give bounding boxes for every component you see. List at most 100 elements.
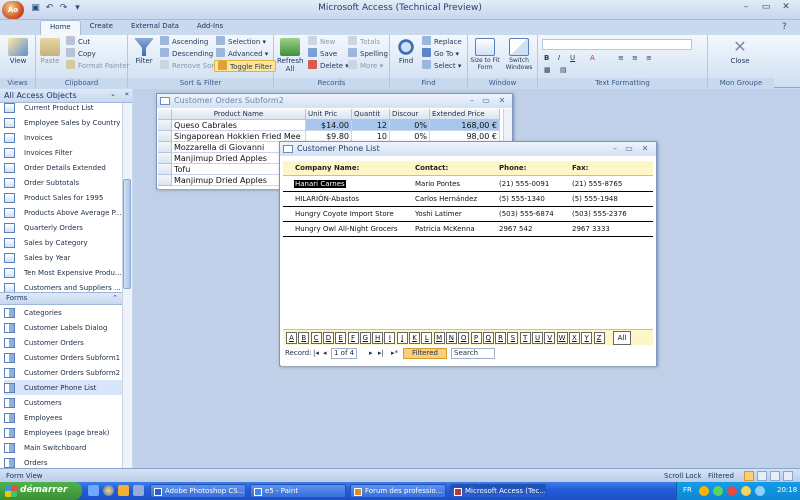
quicklaunch-explorer-icon[interactable] — [133, 485, 144, 496]
phone-list-fax-cell[interactable]: (503) 555-2376 — [572, 210, 627, 218]
remove-sort-button[interactable]: Remove Sort — [160, 60, 217, 72]
table-cell[interactable]: Queso Cabrales — [172, 120, 306, 131]
refresh-all-button[interactable]: Refresh All — [277, 38, 303, 73]
phone-list-contact-cell[interactable]: Yoshi Latimer — [415, 210, 462, 218]
align-right-icon[interactable]: ≡ — [646, 52, 652, 64]
close-icon[interactable]: ✕ — [776, 2, 796, 15]
row-selector[interactable] — [158, 120, 172, 131]
letter-button[interactable]: Q — [482, 332, 494, 344]
new-record-nav-icon[interactable]: ▸* — [391, 349, 398, 357]
nav-form-item[interactable]: Customer Orders — [4, 335, 122, 350]
format-painter-button[interactable]: Format Painter — [66, 60, 129, 72]
letter-button[interactable]: O — [458, 332, 470, 344]
font-name-combo[interactable] — [542, 39, 692, 50]
cut-button[interactable]: Cut — [66, 36, 90, 48]
letter-button[interactable]: F — [347, 332, 359, 344]
nav-query-item[interactable]: Sales by Category — [4, 235, 122, 250]
letter-button[interactable]: G — [359, 332, 371, 344]
quicklaunch-desktop-icon[interactable] — [88, 485, 99, 496]
tab-add-ins[interactable]: Add-Ins — [188, 20, 232, 35]
subform-minimize-icon[interactable]: – — [467, 96, 477, 105]
view-button[interactable]: View — [4, 38, 32, 65]
filtered-indicator[interactable]: Filtered — [403, 348, 447, 359]
taskbar-button[interactable]: Forum des professio... — [350, 484, 446, 498]
nav-query-item[interactable]: Invoices Filter — [4, 145, 122, 160]
subform-close-icon[interactable]: ✕ — [497, 96, 507, 105]
nav-form-item[interactable]: Categories — [4, 305, 122, 320]
nav-collapse-icon[interactable]: « — [125, 90, 129, 98]
phone-list-fax-cell[interactable]: (21) 555-8765 — [572, 180, 622, 188]
letter-button[interactable]: A — [286, 332, 297, 344]
close-button[interactable]: ✕ Close — [726, 38, 754, 66]
copy-button[interactable]: Copy — [66, 48, 96, 60]
find-button[interactable]: Find — [393, 38, 419, 65]
taskbar-button[interactable]: Microsoft Access (Tec... — [450, 484, 546, 498]
nav-query-item[interactable]: Quarterly Orders — [4, 220, 122, 235]
form-view-icon[interactable] — [744, 471, 754, 481]
align-left-icon[interactable]: ≡ — [618, 52, 624, 64]
nav-form-item[interactable]: Customer Orders Subform1 — [4, 350, 122, 365]
align-center-icon[interactable]: ≡ — [632, 52, 638, 64]
nav-query-item[interactable]: Employee Sales by Country — [4, 115, 122, 130]
font-color-button[interactable]: A — [590, 52, 595, 64]
save-record-button[interactable]: Save — [308, 48, 337, 60]
letter-button[interactable]: M — [433, 332, 445, 344]
nav-query-item[interactable]: Products Above Average P... — [4, 205, 122, 220]
letter-button[interactable]: T — [519, 332, 531, 344]
more-button[interactable]: More ▾ — [348, 60, 383, 72]
table-row[interactable]: HILARIÓN-Abastos Carlos Hernández (5) 555-… — [283, 192, 653, 207]
phone-list-company-cell[interactable]: Hungry Owl All-Night Grocers — [295, 225, 398, 233]
letter-button[interactable]: R — [495, 332, 507, 344]
first-record-icon[interactable]: |◂ — [313, 349, 319, 357]
table-row[interactable]: Hungry Coyote Import Store Yoshi Latimer (… — [283, 207, 653, 222]
nav-form-item[interactable]: Customer Orders Subform2 — [4, 365, 122, 380]
nav-form-item[interactable]: Main Switchboard — [4, 440, 122, 455]
letter-button[interactable]: L — [421, 332, 433, 344]
select-button[interactable]: Select ▾ — [422, 60, 461, 72]
nav-query-item[interactable]: Sales by Year — [4, 250, 122, 265]
table-row[interactable]: Hungry Owl All-Night Grocers Patricia McK… — [283, 222, 653, 237]
quicklaunch-ie-icon[interactable] — [103, 485, 114, 496]
letter-button[interactable]: D — [322, 332, 334, 344]
navigation-pane-header[interactable]: All Access Objects ⌄ « — [0, 89, 132, 103]
phone-list-phone-cell[interactable]: (503) 555-6874 — [499, 210, 554, 218]
descending-button[interactable]: Descending — [160, 48, 213, 60]
phone-list-fax-cell[interactable]: (5) 555-1948 — [572, 195, 618, 203]
selection-button[interactable]: Selection ▾ — [216, 36, 266, 48]
maximize-icon[interactable]: ▭ — [756, 2, 776, 15]
search-input[interactable]: Search — [451, 348, 495, 359]
nav-form-item[interactable]: Customer Phone List — [4, 380, 122, 395]
letter-button[interactable]: P — [470, 332, 482, 344]
phone-list-fax-cell[interactable]: 2967 3333 — [572, 225, 610, 233]
row-selector[interactable] — [158, 153, 172, 164]
quicklaunch-media-icon[interactable] — [118, 485, 129, 496]
phone-list-phone-cell[interactable]: (21) 555-0091 — [499, 180, 549, 188]
previous-record-icon[interactable]: ◂ — [323, 349, 327, 357]
go-to-button[interactable]: Go To ▾ — [422, 48, 459, 60]
column-header[interactable]: Extended Price — [430, 109, 500, 120]
subform-restore-icon[interactable]: ▭ — [481, 96, 491, 105]
taskbar-button[interactable]: e5 - Paint — [250, 484, 346, 498]
nav-form-item[interactable]: Employees (page break) — [4, 425, 122, 440]
row-selector[interactable] — [158, 142, 172, 153]
tab-home[interactable]: Home — [40, 20, 81, 35]
italic-button[interactable]: I — [558, 52, 560, 64]
phone-list-title-bar[interactable]: Customer Phone List — [280, 142, 656, 156]
paste-button[interactable]: Paste — [38, 38, 62, 65]
tray-icon-2[interactable] — [713, 486, 723, 496]
row-selector[interactable] — [158, 164, 172, 175]
phone-list-company-cell[interactable]: HILARIÓN-Abastos — [295, 195, 359, 203]
letter-button[interactable]: S — [507, 332, 519, 344]
nav-form-item[interactable]: Customer Labels Dialog — [4, 320, 122, 335]
letter-button[interactable]: E — [335, 332, 347, 344]
minimize-icon[interactable]: – — [736, 2, 756, 15]
delete-button[interactable]: Delete ▾ — [308, 60, 349, 72]
tab-create[interactable]: Create — [81, 20, 122, 35]
filter-button[interactable]: Filter — [131, 38, 157, 65]
letter-button[interactable]: K — [409, 332, 420, 344]
letter-button[interactable]: V — [544, 332, 556, 344]
layout-view-icon[interactable] — [770, 471, 780, 481]
nav-query-item[interactable]: Ten Most Expensive Produ... — [4, 265, 122, 280]
replace-button[interactable]: Replace — [422, 36, 462, 48]
select-all-corner[interactable] — [158, 109, 172, 120]
